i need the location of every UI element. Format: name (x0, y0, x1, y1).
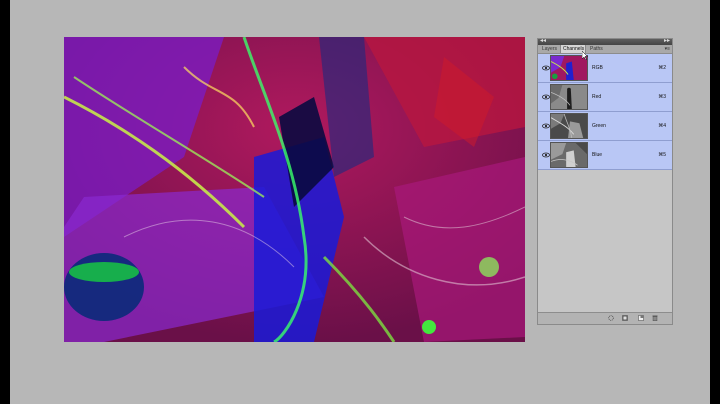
channel-row-red[interactable]: Red ⌘3 (538, 83, 672, 112)
load-selection-icon[interactable] (608, 315, 614, 321)
channel-name: Red (592, 94, 602, 100)
channel-shortcut: ⌘2 (658, 65, 666, 71)
eye-icon[interactable] (542, 93, 550, 101)
eye-icon[interactable] (542, 151, 550, 159)
channel-shortcut: ⌘4 (658, 123, 666, 129)
channel-list: RGB ⌘2 Red ⌘3 Green ⌘4 Blue ⌘5 (538, 54, 672, 170)
channel-shortcut: ⌘5 (658, 152, 666, 158)
eye-icon[interactable] (542, 64, 550, 72)
delete-channel-icon[interactable] (652, 315, 658, 321)
channel-name: RGB (592, 65, 603, 71)
tab-layers[interactable]: Layers (540, 45, 559, 53)
panel-tabbar: Layers Channels Paths ▾≡ (538, 45, 672, 54)
new-channel-icon[interactable] (638, 315, 644, 321)
channels-panel: ◂◂ ▸▸ Layers Channels Paths ▾≡ RGB ⌘2 Re… (537, 38, 673, 325)
expand-icon[interactable]: ▸▸ (664, 38, 670, 45)
channel-name: Blue (592, 152, 603, 158)
channel-thumbnail-green (550, 113, 588, 139)
channel-row-blue[interactable]: Blue ⌘5 (538, 141, 672, 170)
save-selection-icon[interactable] (622, 315, 628, 321)
collapse-icon[interactable]: ◂◂ (540, 38, 546, 45)
panel-menu-icon[interactable]: ▾≡ (665, 45, 670, 53)
mouse-pointer-icon (582, 51, 588, 60)
channel-thumbnail-red (550, 84, 588, 110)
channel-row-green[interactable]: Green ⌘4 (538, 112, 672, 141)
eye-icon[interactable] (542, 122, 550, 130)
tab-paths[interactable]: Paths (588, 45, 605, 53)
canvas-image (64, 37, 525, 342)
panel-footer (538, 312, 672, 324)
channel-thumbnail-blue (550, 142, 588, 168)
channel-name: Green (592, 123, 606, 129)
workspace: ◂◂ ▸▸ Layers Channels Paths ▾≡ RGB ⌘2 Re… (10, 0, 710, 404)
channel-row-rgb[interactable]: RGB ⌘2 (538, 54, 672, 83)
document-canvas[interactable] (64, 37, 525, 342)
channel-shortcut: ⌘3 (658, 94, 666, 100)
